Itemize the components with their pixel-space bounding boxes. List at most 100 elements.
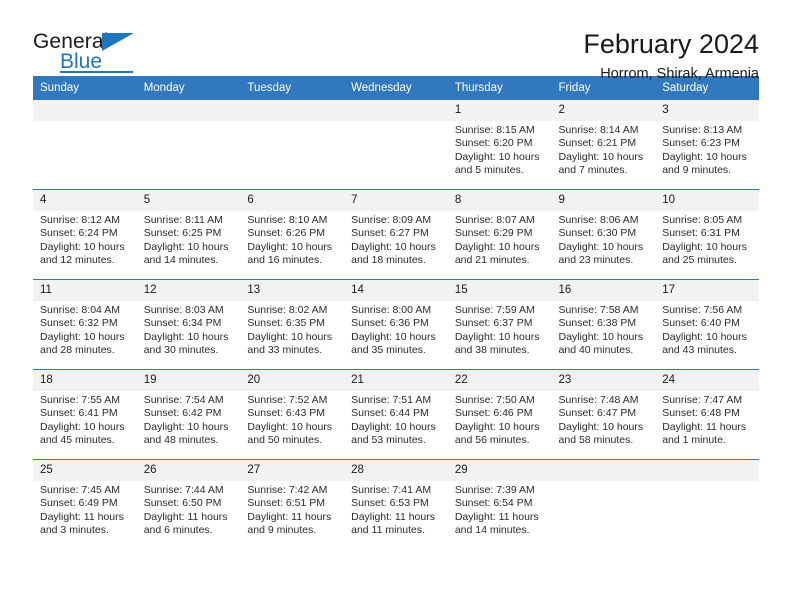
day-number (551, 460, 656, 481)
day-sun-info: Sunrise: 7:54 AM Sunset: 6:42 PM Daylight:… (137, 391, 241, 448)
calendar-day-cell[interactable]: 23 Sunrise: 7:48 AM Sunset: 6:47 PM Dayligh… (551, 369, 656, 460)
day-cell-content: 11 Sunrise: 8:04 AM Sunset: 6:32 PM Dayligh… (33, 280, 137, 369)
calendar-day-cell[interactable]: 3 Sunrise: 8:13 AM Sunset: 6:23 PM Daylight… (655, 100, 759, 190)
calendar-day-cell[interactable]: 5 Sunrise: 8:11 AM Sunset: 6:25 PM Daylight… (136, 189, 241, 280)
sunrise-text: Sunrise: 8:06 AM (558, 214, 639, 226)
calendar-day-cell[interactable]: 4 Sunrise: 8:12 AM Sunset: 6:24 PM Daylight… (33, 189, 137, 280)
calendar-day-cell[interactable]: 7 Sunrise: 8:09 AM Sunset: 6:27 PM Daylight… (344, 189, 448, 280)
sunset-text: Sunset: 6:30 PM (558, 227, 637, 240)
day-cell-content: 15 Sunrise: 7:59 AM Sunset: 6:37 PM Dayligh… (447, 280, 552, 369)
calendar-day-cell[interactable]: 24 Sunrise: 7:47 AM Sunset: 6:48 PM Dayligh… (655, 369, 759, 460)
daylight-text: Daylight: 10 hours and 28 minutes. (40, 330, 125, 357)
day-number (655, 460, 759, 481)
day-cell-content: 2 Sunrise: 8:14 AM Sunset: 6:21 PM Daylight… (551, 100, 656, 189)
sunset-text: Sunset: 6:29 PM (454, 227, 533, 240)
calendar-day-cell[interactable]: 8 Sunrise: 8:07 AM Sunset: 6:29 PM Daylight… (447, 189, 552, 280)
calendar-day-cell[interactable]: 1 Sunrise: 8:15 AM Sunset: 6:20 PM Daylight… (447, 100, 552, 190)
calendar-day-cell[interactable]: 19 Sunrise: 7:54 AM Sunset: 6:42 PM Dayligh… (136, 369, 241, 460)
calendar-day-cell[interactable]: 15 Sunrise: 7:59 AM Sunset: 6:37 PM Dayligh… (447, 279, 552, 370)
day-cell-content (655, 460, 759, 549)
daylight-text: Daylight: 11 hours and 1 minute. (662, 420, 747, 447)
calendar-day-cell[interactable]: 17 Sunrise: 7:56 AM Sunset: 6:40 PM Dayligh… (655, 279, 759, 370)
sunset-text: Sunset: 6:40 PM (662, 317, 740, 330)
day-cell-content: 23 Sunrise: 7:48 AM Sunset: 6:47 PM Dayligh… (551, 370, 656, 459)
day-cell-content: 25 Sunrise: 7:45 AM Sunset: 6:49 PM Dayligh… (33, 460, 137, 549)
day-sun-info: Sunrise: 8:03 AM Sunset: 6:34 PM Daylight:… (137, 301, 241, 358)
day-number: 24 (655, 370, 759, 391)
day-sun-info: Sunrise: 7:58 AM Sunset: 6:38 PM Daylight:… (552, 301, 656, 358)
calendar-day-cell[interactable]: 6 Sunrise: 8:10 AM Sunset: 6:26 PM Daylight… (240, 189, 345, 280)
day-cell-content: 19 Sunrise: 7:54 AM Sunset: 6:42 PM Dayligh… (136, 370, 241, 459)
calendar-day-cell[interactable]: 22 Sunrise: 7:50 AM Sunset: 6:46 PM Dayligh… (447, 369, 552, 460)
sunrise-text: Sunrise: 7:47 AM (662, 394, 743, 406)
day-sun-info: Sunrise: 8:11 AM Sunset: 6:25 PM Daylight:… (137, 211, 241, 268)
day-cell-content: 22 Sunrise: 7:50 AM Sunset: 6:46 PM Dayligh… (447, 370, 552, 459)
day-cell-content: 14 Sunrise: 8:00 AM Sunset: 6:36 PM Dayligh… (344, 280, 448, 369)
day-number: 19 (136, 370, 241, 391)
daylight-text: Daylight: 10 hours and 7 minutes. (558, 150, 644, 177)
daylight-text: Daylight: 10 hours and 16 minutes. (247, 240, 333, 267)
calendar-day-cell[interactable]: 25 Sunrise: 7:45 AM Sunset: 6:49 PM Dayligh… (33, 459, 137, 549)
day-sun-info: Sunrise: 8:04 AM Sunset: 6:32 PM Daylight:… (33, 301, 137, 358)
day-number: 4 (33, 190, 137, 211)
day-cell-content: 27 Sunrise: 7:42 AM Sunset: 6:51 PM Dayligh… (240, 460, 345, 549)
daylight-text: Daylight: 10 hours and 43 minutes. (662, 330, 747, 357)
general-blue-logo[interactable]: General Blue (33, 28, 153, 76)
sunrise-text: Sunrise: 8:15 AM (454, 124, 535, 136)
sunrise-text: Sunrise: 7:58 AM (558, 304, 639, 316)
day-number: 18 (33, 370, 137, 391)
calendar-day-cell[interactable]: 11 Sunrise: 8:04 AM Sunset: 6:32 PM Dayligh… (33, 279, 137, 370)
calendar-day-cell[interactable]: 27 Sunrise: 7:42 AM Sunset: 6:51 PM Dayligh… (240, 459, 345, 549)
calendar-day-cell[interactable]: 16 Sunrise: 7:58 AM Sunset: 6:38 PM Dayligh… (551, 279, 656, 370)
sunset-text: Sunset: 6:34 PM (143, 317, 222, 330)
calendar-day-cell[interactable]: 9 Sunrise: 8:06 AM Sunset: 6:30 PM Daylight… (551, 189, 656, 280)
day-number (33, 100, 137, 121)
day-cell-content: 1 Sunrise: 8:15 AM Sunset: 6:20 PM Daylight… (447, 100, 552, 189)
day-number: 27 (240, 460, 345, 481)
day-cell-content (551, 460, 656, 549)
calendar-day-cell[interactable]: 18 Sunrise: 7:55 AM Sunset: 6:41 PM Dayligh… (33, 369, 137, 460)
day-number: 20 (240, 370, 345, 391)
day-sun-info: Sunrise: 8:12 AM Sunset: 6:24 PM Daylight:… (33, 211, 137, 268)
sunset-text: Sunset: 6:24 PM (40, 227, 118, 240)
calendar-day-cell[interactable]: 20 Sunrise: 7:52 AM Sunset: 6:43 PM Dayligh… (240, 369, 345, 460)
calendar-day-cell[interactable]: 12 Sunrise: 8:03 AM Sunset: 6:34 PM Dayligh… (136, 279, 241, 370)
calendar-day-cell[interactable]: 29 Sunrise: 7:39 AM Sunset: 6:54 PM Dayligh… (447, 459, 552, 549)
day-sun-info: Sunrise: 8:13 AM Sunset: 6:23 PM Daylight:… (655, 121, 759, 178)
calendar-day-cell[interactable]: 2 Sunrise: 8:14 AM Sunset: 6:21 PM Daylight… (551, 100, 656, 190)
calendar-day-cell[interactable]: 26 Sunrise: 7:44 AM Sunset: 6:50 PM Dayligh… (136, 459, 241, 549)
calendar-day-cell[interactable]: 28 Sunrise: 7:41 AM Sunset: 6:53 PM Dayligh… (344, 459, 448, 549)
daylight-text: Daylight: 10 hours and 58 minutes. (558, 420, 644, 447)
day-number: 26 (136, 460, 241, 481)
calendar-day-cell[interactable]: 21 Sunrise: 7:51 AM Sunset: 6:44 PM Dayligh… (344, 369, 448, 460)
calendar-body: 1 Sunrise: 8:15 AM Sunset: 6:20 PM Daylight… (33, 100, 759, 549)
sunset-text: Sunset: 6:49 PM (40, 497, 118, 510)
daylight-text: Daylight: 10 hours and 45 minutes. (40, 420, 125, 447)
daylight-text: Daylight: 10 hours and 56 minutes. (454, 420, 540, 447)
sunrise-text: Sunrise: 7:54 AM (143, 394, 224, 406)
sunset-text: Sunset: 6:25 PM (143, 227, 222, 240)
sunrise-text: Sunrise: 7:52 AM (247, 394, 328, 406)
sunset-text: Sunset: 6:47 PM (558, 407, 637, 420)
day-cell-content: 26 Sunrise: 7:44 AM Sunset: 6:50 PM Dayligh… (136, 460, 241, 549)
calendar-week-row: 1 Sunrise: 8:15 AM Sunset: 6:20 PM Daylight… (33, 100, 759, 190)
daylight-text: Daylight: 10 hours and 12 minutes. (40, 240, 125, 267)
day-number: 12 (136, 280, 241, 301)
daylight-text: Daylight: 10 hours and 40 minutes. (558, 330, 644, 357)
day-number: 17 (655, 280, 759, 301)
sunset-text: Sunset: 6:46 PM (454, 407, 533, 420)
day-sun-info: Sunrise: 8:06 AM Sunset: 6:30 PM Daylight:… (552, 211, 656, 268)
calendar-day-cell[interactable]: 13 Sunrise: 8:02 AM Sunset: 6:35 PM Dayligh… (240, 279, 345, 370)
calendar-day-cell-empty (136, 100, 241, 190)
sunrise-text: Sunrise: 8:07 AM (454, 214, 535, 226)
day-sun-info: Sunrise: 7:48 AM Sunset: 6:47 PM Daylight:… (552, 391, 656, 448)
sunrise-text: Sunrise: 8:11 AM (143, 214, 223, 226)
sunset-text: Sunset: 6:23 PM (662, 137, 740, 150)
sunrise-text: Sunrise: 8:12 AM (40, 214, 120, 226)
sunset-text: Sunset: 6:35 PM (247, 317, 326, 330)
daylight-text: Daylight: 11 hours and 6 minutes. (143, 510, 228, 537)
day-cell-content (240, 100, 345, 189)
calendar-day-cell[interactable]: 10 Sunrise: 8:05 AM Sunset: 6:31 PM Dayligh… (655, 189, 759, 280)
calendar-day-cell[interactable]: 14 Sunrise: 8:00 AM Sunset: 6:36 PM Dayligh… (344, 279, 448, 370)
daylight-text: Daylight: 10 hours and 30 minutes. (143, 330, 229, 357)
